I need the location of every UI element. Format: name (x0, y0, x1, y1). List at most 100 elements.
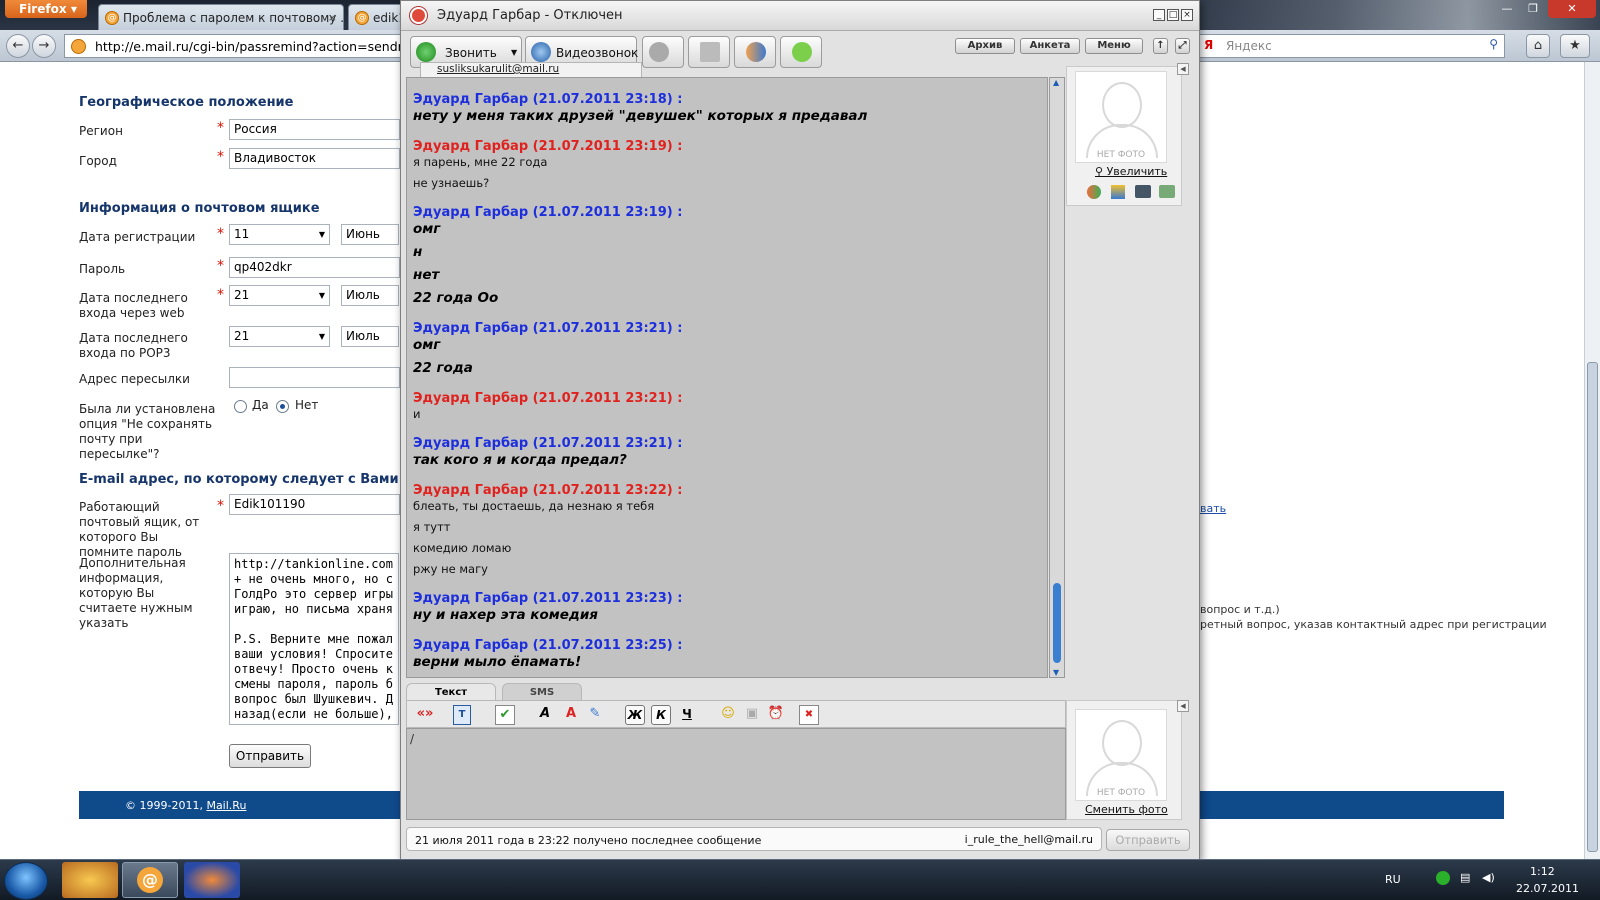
highlight-icon[interactable]: ✎ (587, 705, 603, 725)
message-text: ржу не магу (413, 562, 488, 576)
enlarge-link[interactable]: ⚲ Увеличить (1095, 165, 1167, 178)
last-web-month-select[interactable]: Июль (341, 285, 399, 306)
collapse-icon[interactable]: ◀ (1177, 700, 1189, 712)
font-icon[interactable]: A (537, 705, 553, 725)
bookmarks-icon[interactable]: ★ (1560, 34, 1590, 58)
region-field[interactable]: Россия (229, 119, 400, 140)
city-field[interactable]: Владивосток (229, 148, 400, 169)
clock-date[interactable]: 22.07.2011 (1516, 882, 1579, 895)
right-link[interactable]: вать (1200, 502, 1226, 515)
scrollbar-thumb[interactable] (1053, 583, 1061, 663)
last-pop-month-value: Июль (346, 329, 380, 343)
page-scrollbar[interactable] (1584, 62, 1600, 859)
tray-app-icon[interactable] (1436, 871, 1450, 885)
mailru-agent-taskbar-icon[interactable]: @ (122, 862, 178, 898)
minimize-icon[interactable]: _ (1153, 9, 1165, 21)
message-text: нету у меня таких друзей "девушек" котор… (413, 108, 868, 124)
reg-day-select[interactable]: 11 ▼ (229, 224, 330, 245)
avatar-head (1102, 82, 1142, 128)
restore-icon[interactable]: ❐ (1520, 0, 1546, 18)
save-button[interactable] (688, 36, 730, 68)
option-no-radio[interactable] (276, 400, 289, 413)
quote-icon[interactable]: «» (413, 705, 437, 725)
reg-month-select[interactable]: Июнь (341, 224, 399, 245)
network-icon[interactable]: ▤ (1460, 871, 1470, 884)
start-button[interactable] (4, 862, 48, 900)
chevron-down-icon[interactable]: ▼ (511, 48, 517, 57)
forward-label: Адрес пересылки (79, 372, 190, 386)
required-mark: * (217, 258, 224, 274)
gallery-icon[interactable] (1159, 185, 1175, 198)
submit-button[interactable]: Отправить (229, 744, 311, 768)
firefox-taskbar-icon[interactable] (184, 862, 240, 898)
chat-scrollbar[interactable]: ▲ ▼ (1049, 77, 1065, 678)
contacts-button[interactable] (734, 36, 776, 68)
archive-button[interactable]: Архив (955, 38, 1015, 54)
chat-history[interactable]: Эдуард Гарбар (21.07.2011 23:18) : нету у… (406, 77, 1048, 678)
profile-button[interactable]: Анкета (1020, 38, 1080, 54)
last-pop-day-select[interactable]: 21 ▼ (229, 326, 330, 347)
back-button[interactable]: ← (6, 34, 30, 58)
pin-icon[interactable]: ↑ (1153, 38, 1168, 54)
underline-button[interactable]: Ч (677, 705, 697, 725)
scrollbar-thumb[interactable] (1587, 362, 1598, 852)
volume-icon[interactable]: ◀) (1482, 871, 1495, 884)
required-mark: * (217, 120, 224, 136)
password-field[interactable]: qp402dkr (229, 257, 400, 278)
text-color-icon[interactable]: A (563, 705, 579, 725)
expand-icon[interactable]: ⤢ (1175, 38, 1190, 54)
scroll-up-icon[interactable]: ▲ (1053, 78, 1059, 87)
firefox-menu-button[interactable]: Firefox ▼ (5, 0, 87, 18)
mailru-link[interactable]: Mail.Ru (206, 799, 246, 812)
search-icon[interactable]: ⚲ (1489, 37, 1498, 51)
smiley-icon[interactable]: ☺ (719, 705, 737, 725)
forward-field[interactable] (229, 367, 400, 388)
scroll-down-icon[interactable]: ▼ (1053, 668, 1059, 677)
agent-logo-icon (410, 7, 427, 24)
globe-button[interactable] (642, 36, 684, 68)
language-indicator[interactable]: RU (1385, 873, 1401, 886)
contacts-icon[interactable] (1087, 185, 1101, 199)
menu-button[interactable]: Меню (1085, 38, 1143, 54)
game-app-icon[interactable] (62, 862, 118, 898)
change-photo-link[interactable]: Сменить фото (1085, 803, 1168, 816)
send-message-button[interactable]: Отправить (1106, 829, 1190, 851)
option-yes-label: Да (252, 398, 269, 412)
close-window-button[interactable]: ✕ (1548, 0, 1596, 18)
extra-info-textarea[interactable]: http://tankionline.com + не очень много,… (229, 553, 399, 725)
bold-button[interactable]: Ж (625, 705, 645, 725)
browser-tab-2[interactable]: @ edik1 (348, 4, 404, 30)
spellcheck-icon[interactable]: ✔ (495, 705, 515, 725)
chat-button[interactable] (780, 36, 822, 68)
home-icon[interactable]: ⌂ (1526, 34, 1550, 58)
last-pop-month-select[interactable]: Июль (341, 326, 399, 347)
last-pop-day-value: 21 (234, 329, 250, 343)
forward-button[interactable]: → (32, 34, 56, 58)
clear-icon[interactable]: ✖ (799, 705, 819, 725)
italic-button[interactable]: К (651, 705, 671, 725)
option-yes-radio[interactable] (234, 400, 247, 413)
edit-icon[interactable] (1111, 185, 1125, 199)
right-text-2: ретный вопрос, указав контактный адрес п… (1200, 618, 1547, 631)
search-box[interactable]: Я Яндекс ⚲ (1195, 34, 1505, 58)
reg-date-label: Дата регистрации (79, 230, 196, 244)
message-text: не узнаешь? (413, 176, 490, 190)
translit-icon[interactable]: T (453, 705, 471, 725)
working-email-field[interactable]: Edik101190 (229, 494, 400, 515)
close-icon[interactable]: × (328, 11, 337, 24)
minimize-icon[interactable]: — (1494, 0, 1520, 18)
clock-time[interactable]: 1:12 (1530, 865, 1555, 878)
no-photo-label: НЕТ ФОТО (1096, 150, 1146, 160)
tv-icon[interactable]: ▣ (743, 705, 761, 725)
browser-tab-1[interactable]: @ Проблема с паролем к почтовому ... × (98, 4, 344, 30)
alarm-icon[interactable]: ⏰ (767, 705, 785, 725)
close-icon[interactable]: × (1181, 9, 1193, 21)
contact-email[interactable]: susliksukarulit@mail.ru (420, 62, 642, 77)
message-text: 22 года Оо (413, 290, 499, 306)
collapse-icon[interactable]: ◀ (1177, 63, 1189, 75)
url-bar[interactable]: http://e.mail.ru/cgi-bin/passremind?acti… (64, 34, 404, 58)
last-web-day-select[interactable]: 21 ▼ (229, 285, 330, 306)
camera-icon[interactable] (1135, 185, 1151, 198)
message-input[interactable]: / (406, 728, 1066, 820)
maximize-icon[interactable]: □ (1167, 9, 1179, 21)
